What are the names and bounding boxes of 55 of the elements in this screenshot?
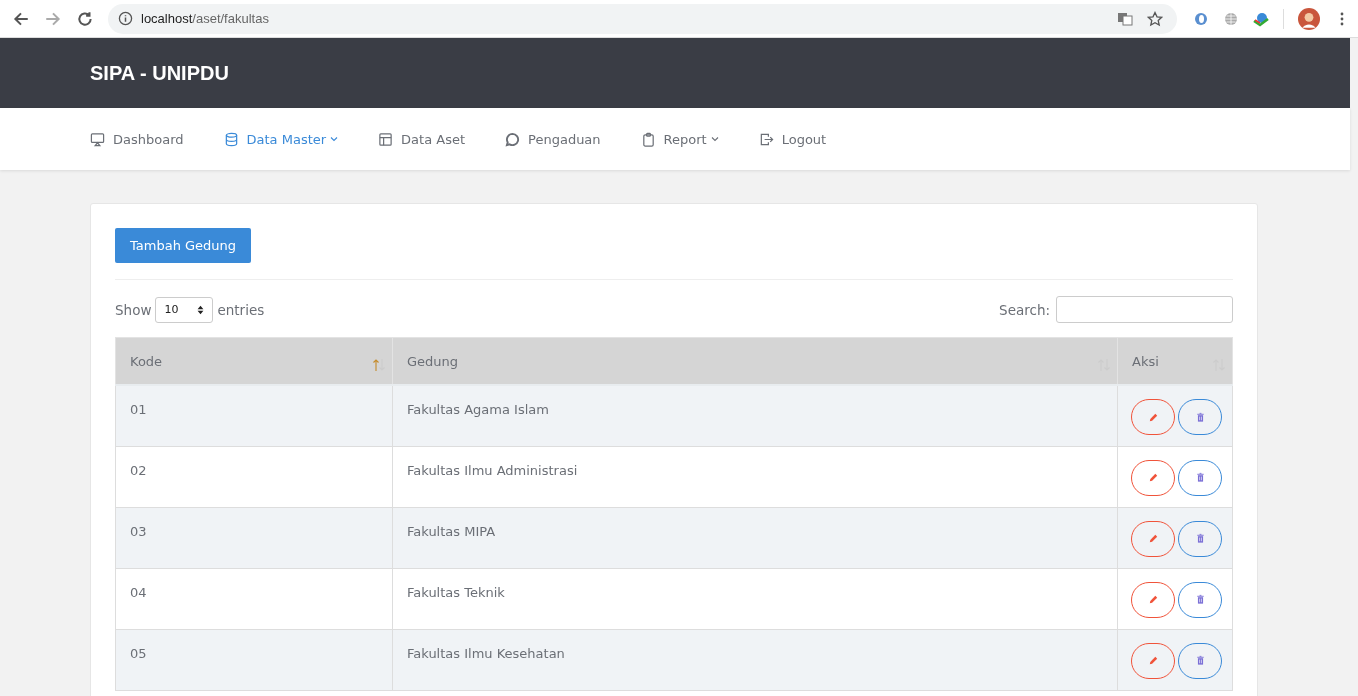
info-icon: [118, 11, 133, 26]
sort-arrows-icon: [197, 304, 205, 315]
extension-icon[interactable]: [1193, 10, 1209, 27]
trash-icon: [1194, 411, 1206, 423]
pencil-icon: [1147, 594, 1159, 605]
table-cell: Fakultas Ilmu Kesehatan: [392, 629, 1118, 690]
caret-icon: [710, 136, 719, 142]
avatar-icon[interactable]: [1298, 7, 1320, 30]
trash-icon: [1194, 594, 1206, 605]
nav-item[interactable]: Data Master: [223, 131, 339, 147]
star-icon[interactable]: [1147, 10, 1163, 27]
address-bar[interactable]: localhost/aset/fakultas: [108, 3, 1177, 34]
pencil-icon: [1147, 655, 1159, 666]
search-label: Search:: [999, 301, 1050, 318]
app-title: SIPA - UNIPDU: [90, 61, 229, 85]
layout-icon: [378, 131, 394, 147]
table-cell: Fakultas Teknik: [392, 568, 1118, 629]
table-cell: Fakultas MIPA: [392, 507, 1118, 568]
nav-item[interactable]: Data Aset: [378, 131, 466, 147]
entries-label: entries: [217, 301, 265, 318]
pencil-icon: [1147, 411, 1159, 423]
reload-icon[interactable]: [76, 9, 94, 28]
table-cell: Fakultas Agama Islam: [392, 385, 1118, 446]
nav-item[interactable]: Report: [640, 131, 719, 147]
url-text: localhost/aset/fakultas: [141, 11, 269, 26]
add-building-button[interactable]: Tambah Gedung: [115, 228, 252, 263]
show-label: Show: [115, 301, 152, 318]
monitor-icon: [90, 131, 105, 147]
search-field[interactable]: [1056, 296, 1233, 323]
pencil-icon: [1147, 533, 1159, 544]
column-header[interactable]: Kode: [115, 337, 393, 385]
caret-icon: [330, 136, 339, 142]
table-cell: 01: [115, 385, 393, 446]
database-icon: [223, 131, 239, 147]
nav-item[interactable]: Pengaduan: [505, 131, 601, 147]
logout-icon: [758, 131, 774, 147]
column-header[interactable]: Gedung: [392, 337, 1118, 385]
table-cell: 02: [115, 446, 393, 507]
column-header[interactable]: Aksi: [1117, 337, 1233, 385]
chat-icon: [505, 131, 521, 147]
table-cell: 05: [115, 629, 393, 690]
entries-select[interactable]: 10: [155, 296, 214, 323]
pencil-icon: [1147, 472, 1159, 483]
nav-item[interactable]: Dashboard: [90, 131, 184, 147]
table-cell: Fakultas Ilmu Administrasi: [392, 446, 1118, 507]
nav-item[interactable]: Logout: [758, 131, 827, 147]
table-cell: 04: [115, 568, 393, 629]
trash-icon: [1194, 533, 1206, 544]
trash-icon: [1194, 655, 1206, 666]
trash-icon: [1194, 472, 1206, 483]
table-cell: 03: [115, 507, 393, 568]
globe-icon[interactable]: [1223, 10, 1239, 27]
download-manager-icon[interactable]: [1253, 10, 1269, 27]
clipboard-icon: [640, 131, 656, 147]
translate-icon[interactable]: [1117, 10, 1133, 27]
